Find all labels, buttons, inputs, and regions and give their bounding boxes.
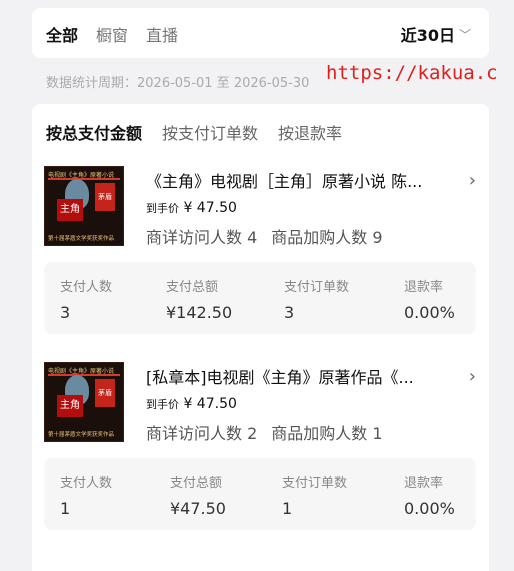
tab-all[interactable]: 全部 (46, 22, 78, 46)
stat-refund-rate: 退款率 0.00% (404, 472, 455, 518)
price-label: 到手价 (146, 202, 179, 215)
stat-order-count: 支付订单数 1 (282, 472, 347, 518)
stat-value: 1 (282, 499, 293, 518)
stat-total-amount: 支付总额 ¥47.50 (170, 472, 226, 518)
period-label: 近30日 (400, 26, 455, 45)
stat-buyers: 支付人数 3 (60, 276, 112, 322)
detail-visitors: 商详访问人数 4 (146, 228, 258, 247)
product-thumbnail: 电视剧《主角》原著小说 主角 茅盾 第十届茅盾文学奖获奖作品 (44, 362, 124, 442)
thumbnail-bottom-text: 第十届茅盾文学奖获奖作品 (48, 236, 115, 242)
stat-label: 支付人数 (60, 280, 113, 295)
price-label: 到手价 (146, 398, 179, 411)
thumbnail-seal: 茅盾 (95, 379, 115, 407)
channel-tabs: 全部 橱窗 直播 (46, 22, 178, 46)
thumbnail-stripe (48, 178, 120, 180)
watermark-url: https://kakua.c (326, 62, 498, 84)
price-value: ¥ 47.50 (183, 396, 237, 412)
tab-showcase[interactable]: 橱窗 (96, 22, 128, 46)
stat-buyers: 支付人数 1 (60, 472, 112, 518)
stat-label: 退款率 (404, 280, 444, 295)
stat-value: 1 (60, 499, 71, 518)
thumbnail-seal: 茅盾 (95, 183, 115, 211)
product-metrics: 商详访问人数 4 商品加购人数 9 (146, 224, 466, 248)
thumbnail-title-box: 主角 (57, 199, 83, 221)
stat-label: 支付人数 (60, 476, 113, 491)
product-price: 到手价 ¥ 47.50 (146, 200, 466, 216)
product-title: [私章本]电视剧《主角》原著作品《... (146, 368, 414, 387)
cart-adders: 商品加购人数 1 (271, 424, 383, 443)
stat-value: ¥47.50 (170, 499, 226, 518)
channel-tab-card: 全部 橱窗 直播 近30日 ﹀ (32, 8, 489, 58)
sort-tabs: 按总支付金额 按支付订单数 按退款率 (46, 120, 342, 144)
stat-label: 支付订单数 (282, 476, 348, 491)
stat-value: 0.00% (404, 499, 455, 518)
product-price: 到手价 ¥ 47.50 (146, 396, 466, 412)
product-stats-panel: 支付人数 3 支付总额 ¥142.50 支付订单数 3 退款率 0.00% (44, 262, 476, 334)
sort-by-order-count[interactable]: 按支付订单数 (162, 120, 258, 144)
product-stats-panel: 支付人数 1 支付总额 ¥47.50 支付订单数 1 退款率 0.00% (44, 458, 476, 530)
product-ranking-card: 按总支付金额 按支付订单数 按退款率 电视剧《主角》原著小说 主角 茅盾 第十届… (32, 104, 489, 571)
product-thumbnail: 电视剧《主角》原著小说 主角 茅盾 第十届茅盾文学奖获奖作品 (44, 166, 124, 246)
stat-value: 3 (60, 303, 71, 322)
detail-visitors: 商详访问人数 2 (146, 424, 258, 443)
stat-value: ¥142.50 (166, 303, 233, 322)
tab-live[interactable]: 直播 (146, 22, 178, 46)
stat-value: 0.00% (404, 303, 455, 322)
chevron-right-icon[interactable]: › (469, 366, 476, 387)
stat-label: 支付订单数 (284, 280, 350, 295)
stat-period-text: 数据统计周期：2026-05-01 至 2026-05-30 (46, 76, 310, 91)
stat-order-count: 支付订单数 3 (284, 276, 349, 322)
stat-label: 支付总额 (166, 280, 219, 295)
stat-total-amount: 支付总额 ¥142.50 (166, 276, 232, 322)
chevron-right-icon[interactable]: › (469, 170, 476, 191)
product-title: 《主角》电视剧［主角］原著小说 陈... (146, 172, 423, 191)
chevron-down-icon: ﹀ (458, 27, 471, 42)
thumbnail-stripe (48, 374, 120, 376)
stat-label: 退款率 (404, 476, 444, 491)
product-metrics: 商详访问人数 2 商品加购人数 1 (146, 420, 466, 444)
sort-by-total-amount[interactable]: 按总支付金额 (46, 120, 142, 144)
product-info: 《主角》电视剧［主角］原著小说 陈... 到手价 ¥ 47.50 商详访问人数 … (146, 168, 466, 248)
thumbnail-bottom-text: 第十届茅盾文学奖获奖作品 (48, 432, 115, 438)
stat-refund-rate: 退款率 0.00% (404, 276, 455, 322)
product-info: [私章本]电视剧《主角》原著作品《... 到手价 ¥ 47.50 商详访问人数 … (146, 364, 466, 444)
sort-by-refund-rate[interactable]: 按退款率 (278, 120, 342, 144)
stat-label: 支付总额 (170, 476, 223, 491)
price-value: ¥ 47.50 (183, 200, 237, 216)
thumbnail-title-box: 主角 (57, 395, 83, 417)
period-selector[interactable]: 近30日 ﹀ (401, 22, 471, 46)
cart-adders: 商品加购人数 9 (271, 228, 383, 247)
stat-value: 3 (284, 303, 295, 322)
